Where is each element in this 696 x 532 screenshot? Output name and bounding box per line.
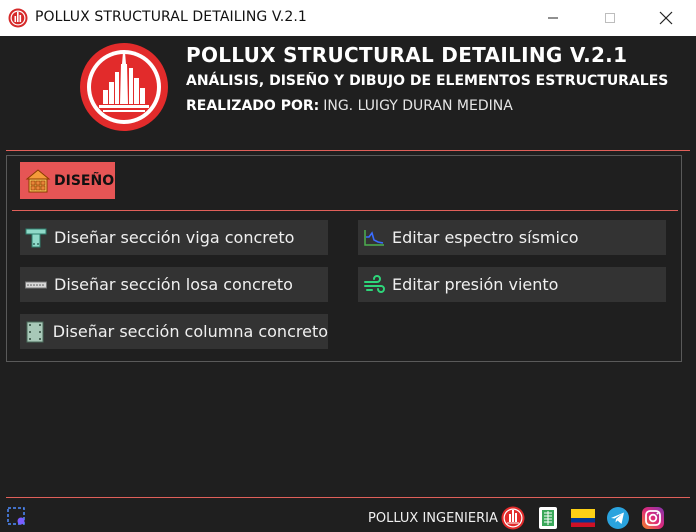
tab-diseno-label: DISEÑO — [54, 172, 115, 189]
t-beam-icon — [24, 228, 48, 248]
footer-separator — [6, 497, 690, 498]
editar-espectro-label: Editar espectro sísmico — [392, 228, 579, 247]
spectrum-icon — [362, 228, 386, 248]
app-logo-icon — [8, 8, 28, 28]
header-author: REALIZADO POR: ING. LUIGY DURAN MEDINA — [186, 98, 513, 114]
tab-diseno[interactable]: DISEÑO — [20, 162, 115, 199]
column-icon — [24, 321, 47, 342]
disenar-viga-button[interactable]: Diseñar sección viga concreto — [20, 220, 328, 255]
editar-viento-button[interactable]: Editar presión viento — [358, 267, 666, 302]
colombia-flag-icon[interactable] — [571, 506, 595, 530]
editar-viento-label: Editar presión viento — [392, 275, 559, 294]
footer-company-label: POLLUX INGENIERIA — [368, 511, 498, 526]
disenar-viga-label: Diseñar sección viga concreto — [54, 228, 295, 247]
header-separator — [6, 150, 690, 151]
wind-icon — [362, 274, 386, 295]
document-icon[interactable] — [536, 506, 560, 530]
author-label: REALIZADO POR: — [186, 98, 320, 114]
tab-separator — [12, 210, 678, 211]
author-name: ING. LUIGY DURAN MEDINA — [323, 98, 513, 114]
minimize-button[interactable] — [530, 0, 576, 36]
house-grid-icon — [25, 168, 51, 192]
header-subtitle: ANÁLISIS, DISEÑO Y DIBUJO DE ELEMENTOS E… — [186, 73, 669, 89]
instagram-icon[interactable] — [641, 506, 665, 530]
disenar-losa-label: Diseñar sección losa concreto — [54, 275, 293, 294]
disenar-columna-label: Diseñar sección columna concreto — [52, 322, 328, 341]
snip-tool-icon[interactable] — [6, 506, 26, 526]
header-title: POLLUX STRUCTURAL DETAILING V.2.1 — [186, 43, 628, 67]
disenar-losa-button[interactable]: Diseñar sección losa concreto — [20, 267, 328, 302]
title-bar: POLLUX STRUCTURAL DETAILING V.2.1 — [0, 0, 696, 36]
disenar-columna-button[interactable]: Diseñar sección columna concreto — [20, 314, 328, 349]
pollux-logo — [80, 43, 168, 131]
window-title: POLLUX STRUCTURAL DETAILING V.2.1 — [35, 9, 307, 25]
minimize-icon — [548, 17, 558, 19]
close-button[interactable] — [643, 0, 689, 36]
maximize-button[interactable] — [587, 0, 633, 36]
maximize-icon — [605, 13, 615, 23]
close-icon — [659, 11, 673, 25]
telegram-icon[interactable] — [606, 506, 630, 530]
slab-icon — [24, 275, 48, 295]
pollux-logo-icon[interactable] — [501, 506, 525, 530]
editar-espectro-button[interactable]: Editar espectro sísmico — [358, 220, 666, 255]
